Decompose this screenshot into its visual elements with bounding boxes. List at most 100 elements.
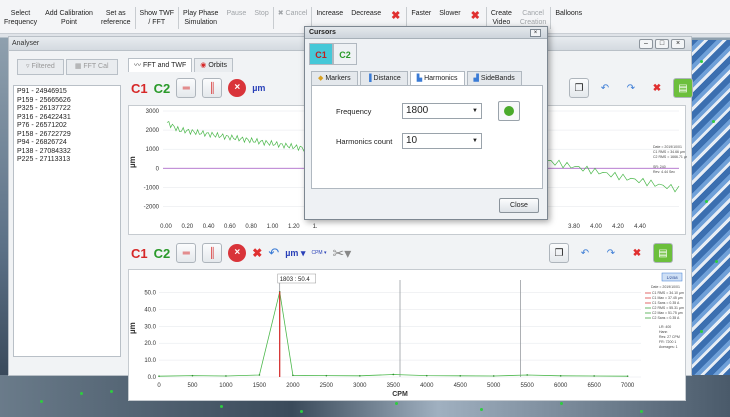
undo-icon[interactable]: ↶ [268,245,279,261]
minimize-button[interactable]: – [639,39,653,49]
delete-icon[interactable]: ✖ [627,243,647,263]
x-tick-label: 4.20 [612,224,624,230]
vertical-cursor-icon[interactable]: ║ [202,243,223,263]
undo-icon[interactable]: ↶ [575,243,595,263]
x-tick-label: 4.00 [590,224,602,230]
show-twf-fft-button[interactable]: Show TWF / FFT [136,9,179,27]
list-item[interactable]: P76 - 26571202 [17,122,117,131]
frequency-select[interactable]: 1800 ▼ [402,103,482,119]
legend-entry: C2 Max = 51.75 µm [652,311,683,315]
balloons-button[interactable]: Balloons [551,9,586,18]
tab-fft-twf[interactable]: 〰 FFT and TWF [128,58,193,72]
tab-sidebands[interactable]: ▟ SideBands [466,71,522,85]
chevron-down-icon: ▼ [472,108,478,114]
play-phase-simulation-button[interactable]: Play Phase Simulation [179,9,222,27]
sidebands-icon: ▟ [473,75,481,82]
x-tick-label: 1.20 [288,224,300,230]
tab-c2[interactable]: C2 [333,43,357,65]
unit-selector[interactable]: µm [252,83,265,93]
select-frequency-button[interactable]: Select Frequency [0,9,41,27]
list-item[interactable]: P316 - 26422431 [17,114,117,123]
x-tick-label: 2500 [320,383,334,389]
chevron-down-icon: ▼ [472,138,478,144]
fft-toolbar: C1 C2 ═ ║ × ✖ ↶ µm ▾ CPM ▾ ✂▾ [131,240,351,266]
y-tick-label: 30.0 [144,324,156,330]
delete-icon[interactable]: ✖ [647,78,667,98]
copy-icon[interactable]: ❐ [549,243,569,263]
legend-entry: C1 Max = 37.45 µm [652,296,683,300]
tab-markers[interactable]: ◆ Markers [311,71,358,85]
horizontal-cursor-icon[interactable]: ═ [176,78,197,98]
list-item[interactable]: P159 - 25665626 [17,97,117,106]
copy-icon[interactable]: ❐ [569,78,589,98]
frequency-label: Frequency [336,107,372,116]
list-item[interactable]: P225 - 27113313 [17,156,117,165]
stop-button[interactable]: Stop [250,9,272,18]
frequency-unit-selector[interactable]: CPM ▾ [311,250,326,256]
increase-button[interactable]: Increase [312,9,347,18]
data-point [526,374,528,376]
export-icon[interactable]: ▤ [653,243,673,263]
close-icon[interactable]: × [530,29,541,37]
y-tick-label: -2000 [144,204,160,210]
cancel-button[interactable]: ✖ Cancel [274,9,312,18]
close-button[interactable]: Close [499,198,539,213]
info-label: Date = 2019/10/01 [651,285,680,289]
vertical-cursor-icon[interactable]: ║ [202,78,223,98]
list-item[interactable]: P325 - 26137722 [17,105,117,114]
tab-c1[interactable]: C1 [309,43,333,65]
clear-cursors-icon[interactable]: × [228,79,247,97]
clear-cursors-icon[interactable]: × [228,244,247,262]
x-tick-label: 4500 [454,383,468,389]
slower-button[interactable]: Slower [435,9,464,18]
tab-harmonics[interactable]: ▙ Harmonics [409,71,465,85]
data-point [492,375,495,377]
data-point [425,374,428,377]
info-label: FR: 7200 1 [659,340,676,344]
fft-chart[interactable]: 0.0 10.0 20.0 30.0 40.0 50.0 0 500 1000 1500 2000 2… [128,269,686,401]
tools-icon[interactable]: ✂▾ [332,245,351,262]
redo-icon[interactable]: ↷ [601,243,621,263]
reset-speed-icon[interactable]: ✖ [465,9,486,23]
cancel-creation-button[interactable]: Cancel Creation [516,9,550,27]
list-item[interactable]: P138 - 27084332 [17,148,117,157]
points-list[interactable]: P91 - 24946915 P159 - 25665626 P325 - 26… [13,85,121,357]
filtered-tab[interactable]: ▿ Filtered [17,59,64,75]
set-reference-button[interactable]: Set as reference [97,9,135,27]
tab-distance[interactable]: ▐ Distance [359,71,408,85]
y-tick-label: 1000 [146,147,160,153]
list-item[interactable]: P158 - 26722729 [17,131,117,140]
apply-button[interactable] [498,101,520,121]
reset-amplitude-icon[interactable]: ✖ [385,9,406,23]
x-tick-label: 3500 [387,383,401,389]
list-item[interactable]: P91 - 24946915 [17,88,117,97]
tab-orbits[interactable]: ◉ Orbits [194,58,233,72]
add-calibration-point-button[interactable]: Add Calibration Point [41,9,97,27]
create-video-button[interactable]: Create Video [487,9,516,27]
delete-icon[interactable]: ✖ [252,246,262,260]
x-tick-label: 0.60 [224,224,236,230]
fft-cal-tab[interactable]: ▦ FFT Cal [65,59,118,75]
faster-button[interactable]: Faster [407,9,435,18]
undo-icon[interactable]: ↶ [595,78,615,98]
info-label: Hann [659,330,667,334]
cursor-readout: 1803 : 50.4 [280,277,311,283]
cursor1-button[interactable]: C1 [131,246,148,261]
export-icon[interactable]: ▤ [673,78,693,98]
info-label: Averages: 1 [659,345,678,349]
list-item[interactable]: P94 - 26826724 [17,139,117,148]
cursor2-button[interactable]: C2 [154,246,171,261]
cursor2-button[interactable]: C2 [154,81,171,96]
y-tick-label: 0 [156,166,160,172]
unit-selector[interactable]: µm ▾ [285,248,305,259]
decrease-button[interactable]: Decrease [347,9,385,18]
close-button[interactable]: × [671,39,685,49]
pause-button[interactable]: Pause [222,9,250,18]
maximize-button[interactable]: □ [655,39,669,49]
background-dot [220,405,223,408]
horizontal-cursor-icon[interactable]: ═ [176,243,197,263]
cursor1-button[interactable]: C1 [131,81,148,96]
redo-icon[interactable]: ↷ [621,78,641,98]
harmonics-count-select[interactable]: 10 ▼ [402,133,482,149]
y-tick-label: -1000 [144,185,160,191]
